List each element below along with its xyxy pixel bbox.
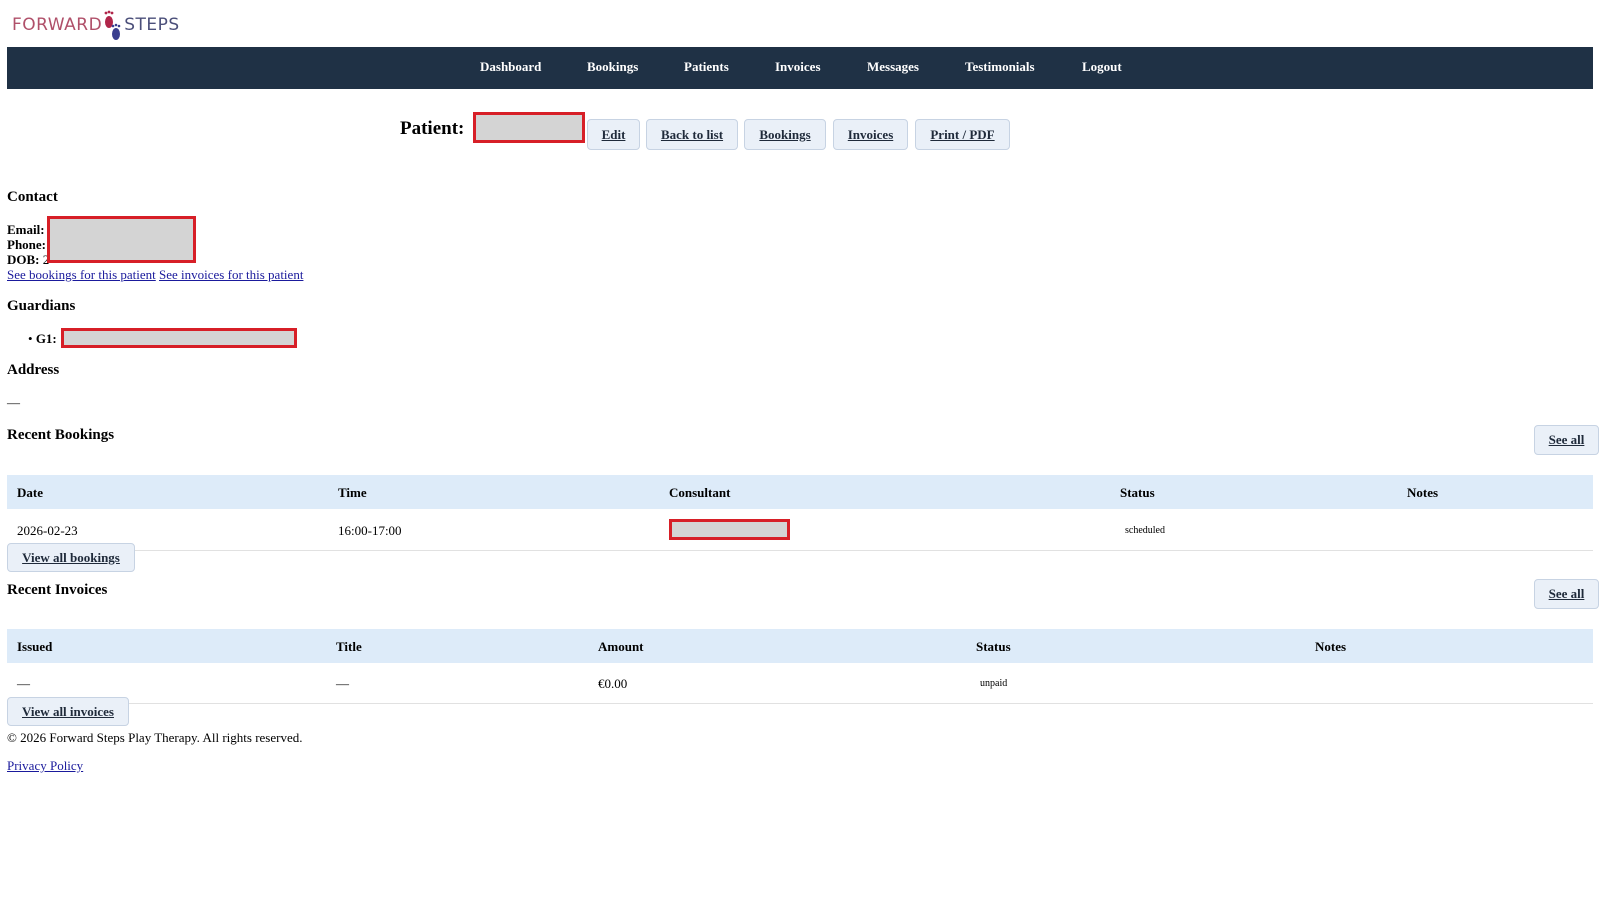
email-label: Email: bbox=[7, 222, 45, 237]
see-bookings-link[interactable]: See bookings for this patient bbox=[7, 267, 156, 282]
recent-invoices-heading: Recent Invoices bbox=[7, 582, 108, 598]
booking-time: 16:00-17:00 bbox=[338, 523, 402, 538]
dob-row: DOB: 2 bbox=[7, 252, 49, 268]
col-notes: Notes bbox=[1315, 639, 1347, 654]
logo-word-steps: STEPS bbox=[124, 15, 180, 35]
invoice-issued: — bbox=[17, 676, 30, 691]
see-invoices-link[interactable]: See invoices for this patient bbox=[159, 267, 303, 282]
address-heading: Address bbox=[7, 362, 60, 378]
main-navbar: Dashboard Bookings Patients Invoices Mes… bbox=[7, 47, 1593, 89]
dob-label: DOB: bbox=[7, 252, 40, 267]
row-divider bbox=[7, 550, 1593, 551]
view-all-invoices-button[interactable]: View all invoices bbox=[7, 697, 129, 726]
footprints-icon bbox=[103, 8, 123, 42]
guardian-item: • G1: bbox=[28, 331, 57, 347]
back-to-list-button[interactable]: Back to list bbox=[646, 119, 738, 150]
guardians-heading: Guardians bbox=[7, 298, 76, 314]
nav-invoices[interactable]: Invoices bbox=[775, 59, 821, 75]
invoices-table-header: Issued Title Amount Status Notes bbox=[7, 629, 1593, 663]
redacted-contact-details bbox=[47, 216, 196, 263]
booking-date: 2026-02-23 bbox=[17, 523, 78, 538]
col-consultant: Consultant bbox=[669, 485, 731, 500]
footer-copyright: © 2026 Forward Steps Play Therapy. All r… bbox=[7, 730, 303, 745]
redacted-consultant bbox=[669, 519, 790, 540]
invoice-title: — bbox=[336, 676, 349, 691]
col-time: Time bbox=[338, 485, 367, 500]
col-amount: Amount bbox=[598, 639, 644, 654]
invoice-amount: €0.00 bbox=[598, 676, 628, 691]
privacy-policy-link[interactable]: Privacy Policy bbox=[7, 758, 83, 774]
nav-messages[interactable]: Messages bbox=[867, 59, 919, 75]
row-divider bbox=[7, 703, 1593, 704]
brand-logo[interactable]: FORWARD STEPS bbox=[12, 8, 180, 42]
phone-label: Phone: bbox=[7, 237, 46, 252]
col-notes: Notes bbox=[1407, 485, 1439, 500]
redacted-guardian bbox=[61, 328, 297, 348]
edit-button[interactable]: Edit bbox=[587, 119, 640, 150]
booking-status: scheduled bbox=[1125, 525, 1165, 536]
view-all-bookings-button[interactable]: View all bookings bbox=[7, 543, 135, 572]
nav-testimonials[interactable]: Testimonials bbox=[965, 59, 1035, 75]
contact-heading: Contact bbox=[7, 189, 58, 205]
col-issued: Issued bbox=[17, 639, 53, 654]
nav-patients[interactable]: Patients bbox=[684, 59, 729, 75]
col-status: Status bbox=[1120, 485, 1155, 500]
redacted-patient-name bbox=[473, 112, 585, 143]
nav-bookings[interactable]: Bookings bbox=[587, 59, 638, 75]
bookings-table-header: Date Time Consultant Status Notes bbox=[7, 475, 1593, 509]
guardian-label: G1: bbox=[35, 331, 57, 346]
recent-bookings-heading: Recent Bookings bbox=[7, 427, 115, 443]
nav-logout[interactable]: Logout bbox=[1082, 59, 1122, 75]
page-title: Patient: bbox=[400, 118, 465, 139]
nav-dashboard[interactable]: Dashboard bbox=[480, 59, 541, 75]
bullet-icon: • bbox=[28, 331, 33, 346]
contact-links: See bookings for this patient See invoic… bbox=[7, 267, 303, 283]
bookings-see-all-button[interactable]: See all bbox=[1534, 425, 1599, 455]
invoices-button[interactable]: Invoices bbox=[833, 119, 908, 150]
print-pdf-button[interactable]: Print / PDF bbox=[915, 119, 1010, 150]
address-value: — bbox=[7, 395, 20, 410]
col-title: Title bbox=[336, 639, 362, 654]
logo-word-forward: FORWARD bbox=[12, 15, 103, 35]
invoices-see-all-button[interactable]: See all bbox=[1534, 579, 1599, 609]
invoice-status: unpaid bbox=[980, 678, 1008, 689]
col-status: Status bbox=[976, 639, 1011, 654]
col-date: Date bbox=[17, 485, 43, 500]
bookings-button[interactable]: Bookings bbox=[744, 119, 826, 150]
